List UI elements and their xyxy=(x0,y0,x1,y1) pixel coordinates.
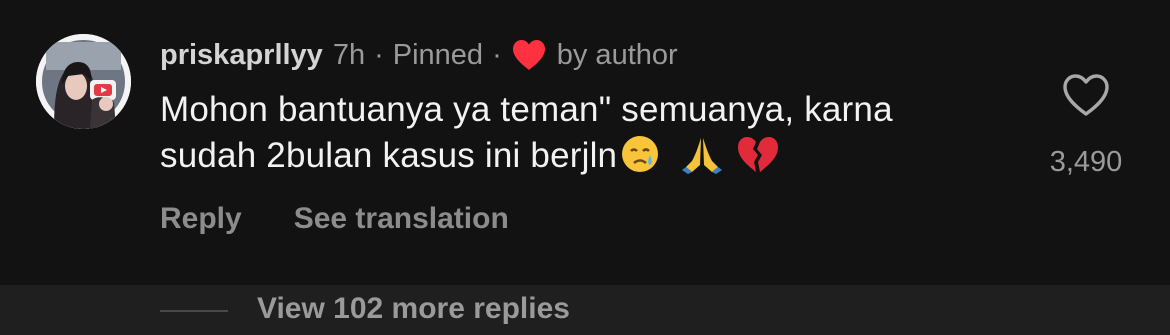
crying-face-icon xyxy=(620,134,666,174)
broken-heart-icon xyxy=(736,134,782,174)
comment: priskaprllyy 7h · Pinned · by author Moh… xyxy=(0,0,1170,285)
reply-button[interactable]: Reply xyxy=(160,202,242,236)
comment-text: Mohon bantuanya ya teman" semuanya, karn… xyxy=(160,87,1030,179)
meta-separator: · xyxy=(374,38,384,71)
heart-filled-icon xyxy=(511,39,547,71)
comment-actions: Reply See translation xyxy=(160,202,509,236)
like-control: 3,490 xyxy=(1040,72,1132,179)
pinned-label: Pinned xyxy=(392,38,484,71)
liked-by-author-label: by author xyxy=(556,38,678,71)
replies-divider-line xyxy=(160,310,228,312)
username[interactable]: priskaprllyy xyxy=(160,39,323,72)
see-translation-button[interactable]: See translation xyxy=(294,202,509,236)
view-more-replies-button[interactable]: View 102 more replies xyxy=(257,292,570,326)
avatar[interactable] xyxy=(36,34,131,129)
profile-photo xyxy=(36,34,131,129)
comment-text-line-1: Mohon bantuanya ya teman" semuanya, karn… xyxy=(160,90,893,129)
like-count: 3,490 xyxy=(1049,146,1123,178)
comment-meta: priskaprllyy 7h · Pinned · by author xyxy=(160,34,678,76)
view-replies-bar[interactable]: View 102 more replies xyxy=(0,285,1170,335)
meta-separator: · xyxy=(492,38,502,71)
comment-time: 7h xyxy=(332,38,366,71)
folded-hands-icon xyxy=(680,134,726,174)
heart-outline-icon[interactable] xyxy=(1061,72,1111,118)
comment-text-line-2: sudah 2bulan kasus ini berjln xyxy=(160,136,618,175)
